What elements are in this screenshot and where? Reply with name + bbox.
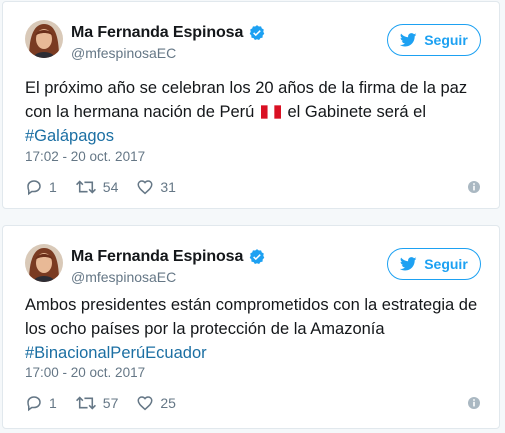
info-icon[interactable] [467,180,481,194]
like-heart-icon [137,180,153,195]
tweet-text: El próximo año se celebran los 20 años d… [25,76,495,148]
retweet-button[interactable]: 54 [75,178,119,196]
info-icon[interactable] [467,396,481,410]
tweet-text: Ambos presidentes están comprometidos co… [25,293,495,365]
tweet-actions: 1 57 25 [25,393,485,413]
reply-count: 1 [49,395,57,411]
hashtag-link[interactable]: #Galápagos [25,127,114,145]
like-count: 25 [160,395,176,411]
follow-button[interactable]: Seguir [387,248,481,280]
retweet-icon [75,180,96,194]
follow-button[interactable]: Seguir [387,24,481,56]
reply-icon [27,180,41,196]
tweet-card: Ma Fernanda Espinosa @mfespinosaEC Segui… [2,225,500,429]
retweet-icon [75,396,96,410]
handle[interactable]: @mfespinosaEC [71,269,176,285]
twitter-bird-icon [400,33,417,47]
handle[interactable]: @mfespinosaEC [71,45,176,61]
verified-badge-icon [250,25,265,40]
display-name[interactable]: Ma Fernanda Espinosa [71,24,243,42]
reply-button[interactable]: 1 [25,394,57,412]
avatar[interactable] [25,244,63,282]
retweet-count: 57 [102,395,119,411]
twitter-bird-icon [400,257,417,271]
peru-flag-icon [260,105,281,119]
timestamp-link[interactable]: 17:02 - 20 oct. 2017 [25,149,145,164]
like-button[interactable]: 31 [136,178,176,196]
like-button[interactable]: 25 [136,394,176,412]
tweet-actions: 1 54 31 [25,177,485,197]
follow-label: Seguir [424,32,468,48]
display-name[interactable]: Ma Fernanda Espinosa [71,248,243,266]
follow-label: Seguir [424,256,468,272]
hashtag-link[interactable]: #BinacionalPerúEcuador [25,344,207,362]
like-heart-icon [137,396,153,411]
avatar[interactable] [25,20,63,58]
reply-icon [27,396,41,412]
tweet-text-part: Ambos presidentes están comprometidos co… [25,296,478,338]
reply-button[interactable]: 1 [25,178,57,196]
tweet-text-part: el Gabinete será el [282,103,426,121]
tweet-card: Ma Fernanda Espinosa @mfespinosaEC Segui… [2,1,500,209]
reply-count: 1 [49,179,57,195]
verified-badge-icon [250,249,265,264]
retweet-button[interactable]: 57 [75,394,119,412]
retweet-count: 54 [102,179,119,195]
timestamp-link[interactable]: 17:00 - 20 oct. 2017 [25,365,145,380]
like-count: 31 [160,179,176,195]
